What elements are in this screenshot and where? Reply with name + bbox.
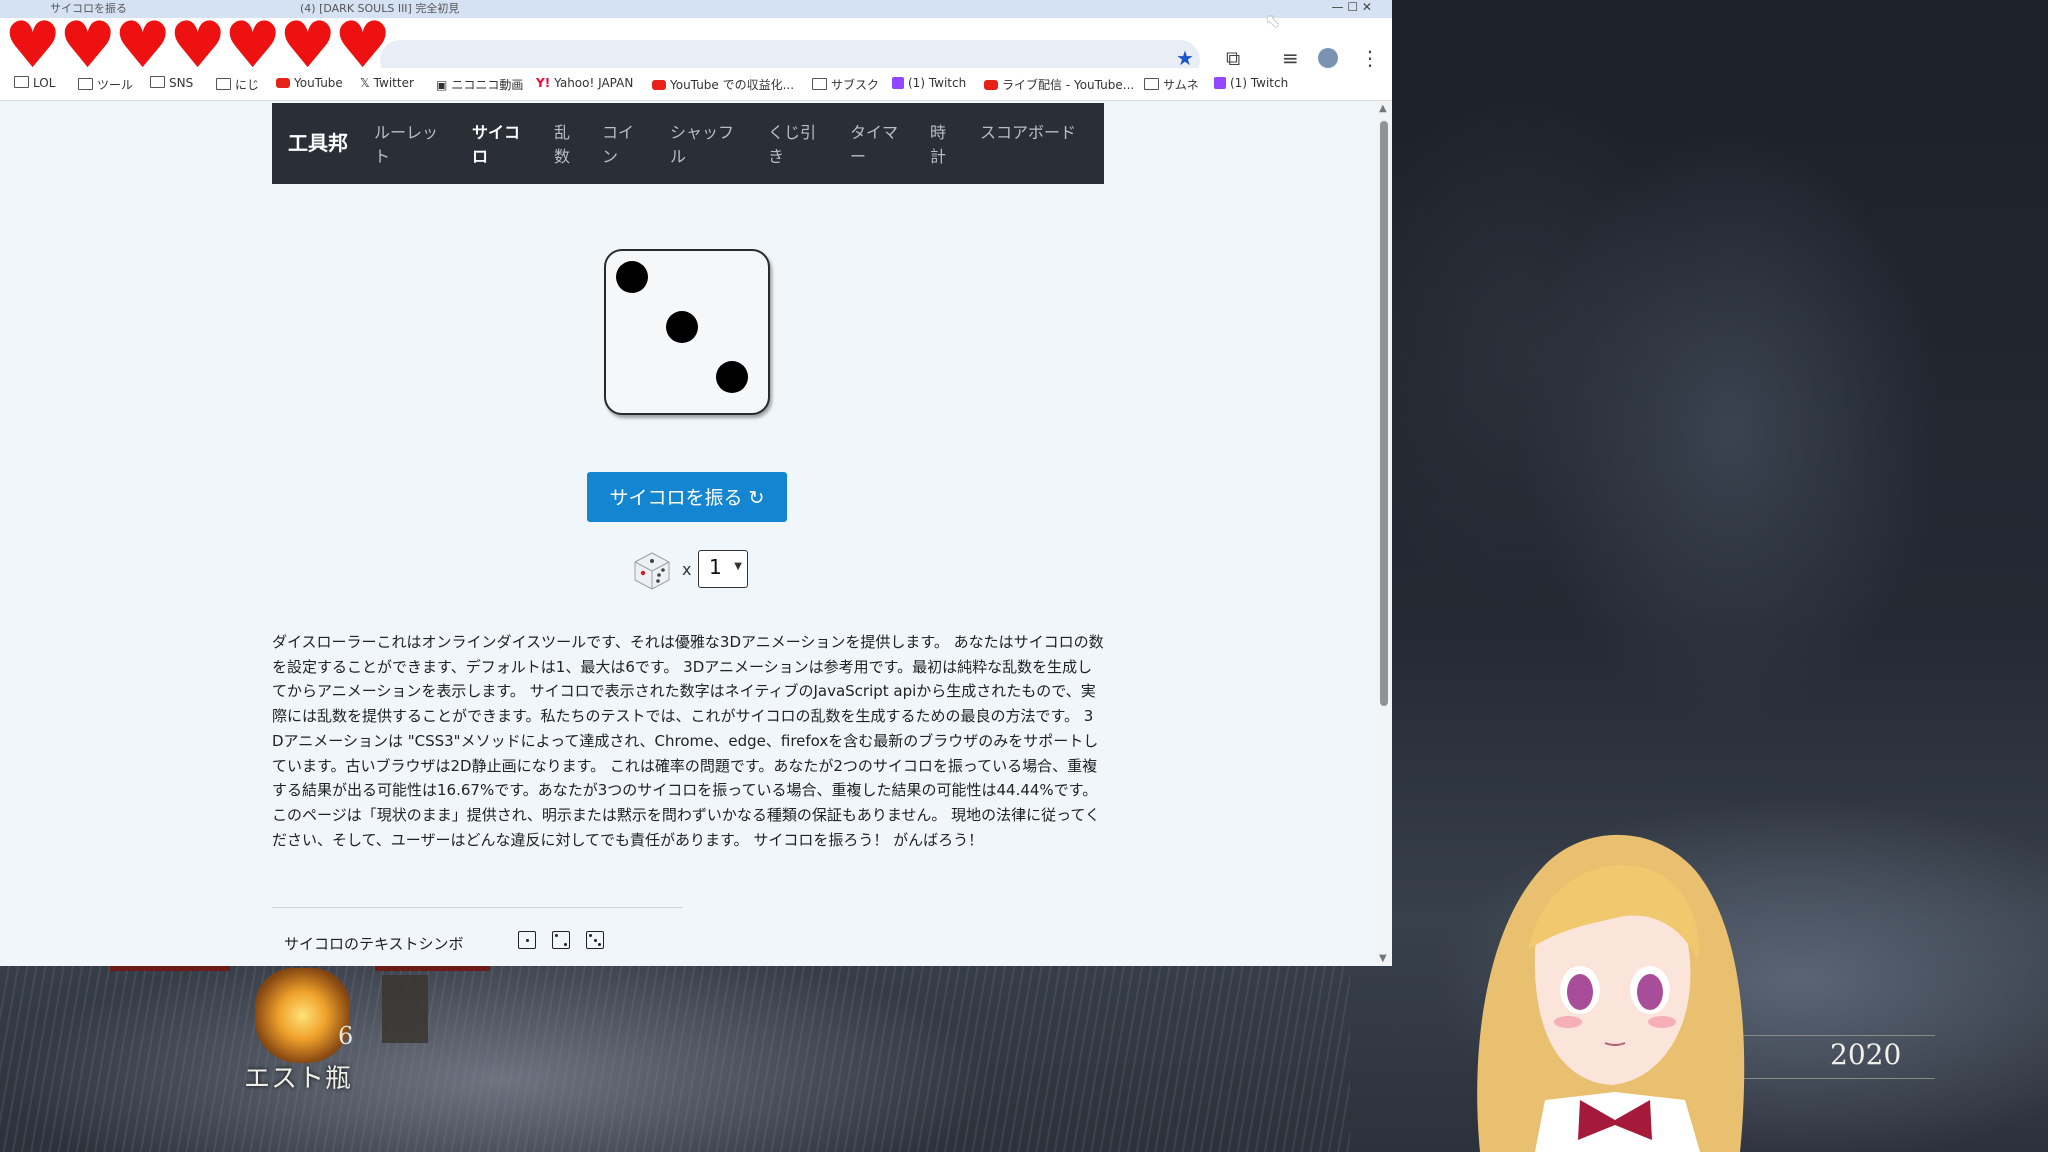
bookmark-niconico[interactable]: ▣ ニコニコ動画 xyxy=(436,76,523,93)
scroll-up-icon[interactable]: ▲ xyxy=(1379,103,1387,114)
nav-random-number[interactable]: 乱数 xyxy=(554,121,574,169)
twitch-icon xyxy=(1214,77,1226,89)
nav-coin[interactable]: コイン xyxy=(602,121,638,169)
die-pip xyxy=(616,261,648,293)
nav-shuffle[interactable]: シャッフル xyxy=(670,121,738,169)
grass-terrain xyxy=(0,960,1350,1152)
nav-dice[interactable]: サイコロ xyxy=(472,121,524,169)
bookmark-yahoo[interactable]: Y! Yahoo! JAPAN xyxy=(536,76,633,90)
nav-clock[interactable]: 時計 xyxy=(930,121,950,169)
bookmark-youtube-monetize[interactable]: YouTube での収益化... xyxy=(652,76,794,93)
reading-list-icon[interactable]: ≡ xyxy=(1282,46,1299,70)
die-symbol-two[interactable] xyxy=(552,931,570,949)
scroll-thumb[interactable] xyxy=(1380,121,1388,706)
vtuber-avatar xyxy=(1477,834,1745,1152)
scroll-down-icon[interactable]: ▼ xyxy=(1379,953,1387,964)
nav-roulette[interactable]: ルーレット xyxy=(374,121,442,169)
scrollbar[interactable]: ▲ ▼ xyxy=(1376,101,1392,966)
divider xyxy=(272,907,682,908)
browser-window: サイコロを振る (4) [DARK SOULS III] 完全初見 — ☐ ✕ … xyxy=(0,0,1392,966)
nav-timer[interactable]: タイマー xyxy=(850,121,902,169)
site-navbar: 工具邦 ルーレット サイコロ 乱数 コイン シャッフル くじ引き タイマー 時計… xyxy=(272,103,1104,184)
bookmark-subscriptions[interactable]: サブスク xyxy=(812,76,879,93)
extensions-icon[interactable]: ⧉ xyxy=(1226,46,1240,70)
page-viewport: 工具邦 ルーレット サイコロ 乱数 コイン シャッフル くじ引き タイマー 時計… xyxy=(0,101,1376,966)
heart-icon: ♥ xyxy=(59,9,117,83)
bookmark-youtube-live[interactable]: ライブ配信 - YouTube... xyxy=(984,76,1134,93)
heart-icon: ♥ xyxy=(169,9,227,83)
nav-lottery[interactable]: くじ引き xyxy=(768,121,820,169)
heart-icon: ♥ xyxy=(114,9,172,83)
youtube-icon xyxy=(984,80,998,90)
mouse-cursor-icon: ⬉ xyxy=(1265,11,1281,32)
dice-count-select[interactable]: 1 ▼ xyxy=(698,550,748,588)
heart-icon: ♥ xyxy=(4,9,62,83)
souls-count: 2020 xyxy=(1830,1038,1902,1071)
description-text: ダイスローラーこれはオンラインダイスツールです、それは優雅な3Dアニメーションを… xyxy=(272,633,1104,849)
folder-icon xyxy=(812,78,827,90)
roll-dice-button[interactable]: サイコロを振る ↻ xyxy=(587,472,787,522)
site-brand[interactable]: 工具邦 xyxy=(288,103,348,184)
folder-icon xyxy=(1144,78,1159,90)
die-symbol-three[interactable] xyxy=(586,931,604,949)
estus-count: 6 xyxy=(338,1022,354,1050)
profile-icon[interactable] xyxy=(1318,48,1338,68)
estus-flask-icon xyxy=(255,968,350,1063)
times-label: x xyxy=(682,560,692,579)
estus-label: エスト瓶 xyxy=(244,1064,353,1094)
window-controls[interactable]: — ☐ ✕ xyxy=(1332,0,1372,14)
die-symbol-one[interactable] xyxy=(518,931,536,949)
die-pip xyxy=(716,361,748,393)
menu-icon[interactable]: ⋮ xyxy=(1360,46,1380,70)
bookmark-thumbnails[interactable]: サムネ xyxy=(1144,76,1199,93)
nav-scoreboard[interactable]: スコアボード xyxy=(980,121,1080,145)
die-pip xyxy=(666,311,698,343)
item-slot xyxy=(382,975,428,1043)
text-symbols-label: サイコロのテキストシンボ xyxy=(284,935,464,953)
star-icon[interactable]: ★ xyxy=(1176,46,1194,70)
heart-icon: ♥ xyxy=(334,9,392,83)
dice-count-value: 1 xyxy=(709,555,722,579)
youtube-icon xyxy=(652,80,666,90)
heart-counter: ♥ ♥ ♥ ♥ ♥ ♥ ♥ xyxy=(4,9,392,83)
niconico-icon: ▣ xyxy=(436,78,448,92)
yahoo-icon: Y! xyxy=(536,76,551,90)
bookmark-twitch-2[interactable]: (1) Twitch xyxy=(1214,76,1288,90)
chevron-down-icon: ▼ xyxy=(734,561,742,572)
dice-icon xyxy=(634,552,670,590)
heart-icon: ♥ xyxy=(224,9,282,83)
heart-icon: ♥ xyxy=(279,9,337,83)
twitch-icon xyxy=(892,77,904,89)
bookmark-twitch[interactable]: (1) Twitch xyxy=(892,76,966,90)
dice-face-three xyxy=(604,249,770,415)
